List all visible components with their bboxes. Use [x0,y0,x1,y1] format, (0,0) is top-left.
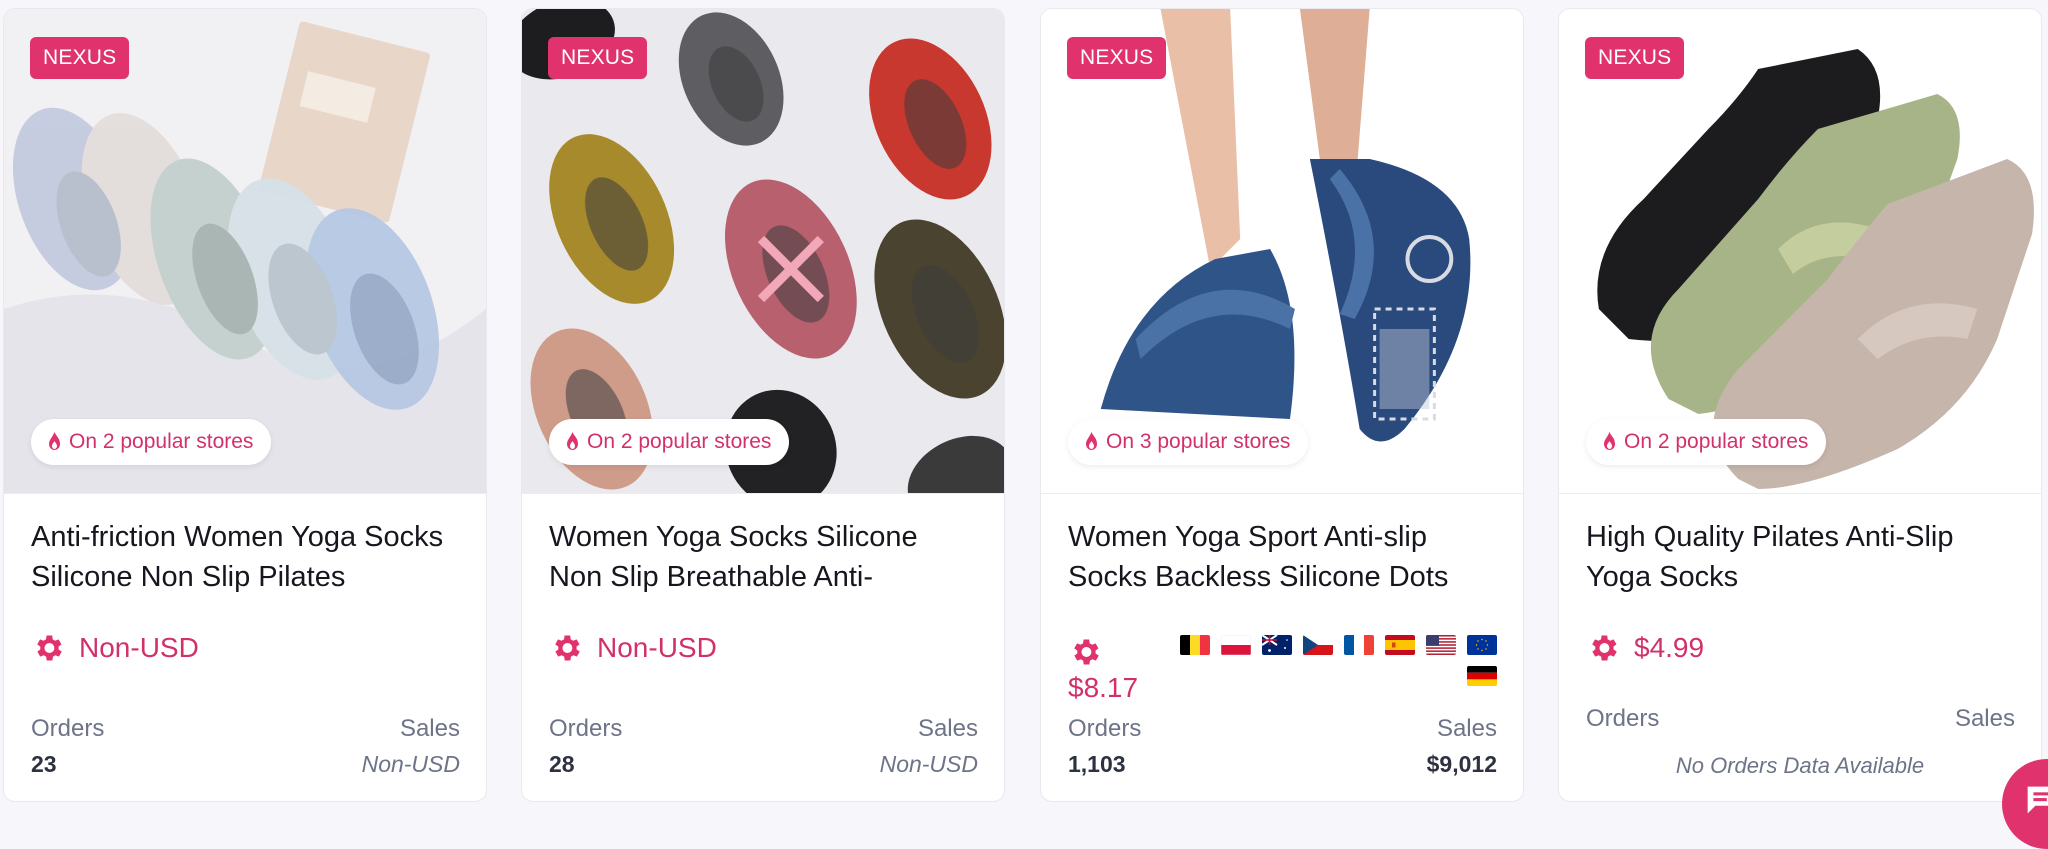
sales-label: Sales [1954,705,2015,732]
product-card[interactable]: NEXUS On 2 popular stores High Quality P… [1558,8,2042,802]
gear-icon [1592,635,1617,661]
gear-icon [1074,639,1099,665]
image-divider [1559,493,2041,494]
price-row: Non-USD [31,631,199,665]
product-price: Non-USD [79,632,199,663]
orders-label: Orders [549,715,623,742]
product-price: $4.99 [1634,632,1705,663]
australia-flag-icon [1262,635,1292,655]
popular-stores-pill[interactable]: On 2 popular stores [549,419,790,465]
store-badge[interactable]: NEXUS [30,37,130,79]
popular-stores-text: On 2 popular stores [69,430,254,453]
sales-label: Sales [1436,715,1497,742]
sales-value: $9,012 [1426,751,1497,777]
orders-label: Orders [31,715,105,742]
spain-flag-icon [1385,635,1415,655]
product-card[interactable]: NEXUS On 2 popular stores Women Yoga Soc… [521,8,1005,802]
orders-label: Orders [1068,715,1142,742]
product-title[interactable]: Women Yoga Socks Silicone Non Slip Breat… [549,517,969,597]
european-union-flag-icon [1467,635,1497,655]
popular-stores-text: On 2 popular stores [1624,430,1809,453]
popular-stores-pill[interactable]: On 2 popular stores [31,419,272,465]
united-states-flag-icon [1426,635,1456,655]
orders-value: 1,103 [1068,751,1126,777]
price-row: Non-USD [549,631,717,665]
price-block: $8.17 [1068,635,1138,705]
image-divider [522,493,1004,494]
flame-icon [49,432,60,450]
gear-icon [37,635,62,661]
country-flags [1177,635,1497,686]
popular-stores-text: On 2 popular stores [587,430,772,453]
store-badge[interactable]: NEXUS [548,37,648,79]
product-title[interactable]: Women Yoga Sport Anti-slip Socks Backles… [1068,517,1488,597]
france-flag-icon [1344,635,1374,655]
store-badge[interactable]: NEXUS [1067,37,1167,79]
store-badge[interactable]: NEXUS [1585,37,1685,79]
product-price: Non-USD [597,632,717,663]
popular-stores-text: On 3 popular stores [1106,430,1291,453]
image-divider [4,493,486,494]
sales-label: Sales [399,715,460,742]
flame-icon [567,432,578,450]
belgium-flag-icon [1180,635,1210,655]
product-title[interactable]: High Quality Pilates Anti-Slip Yoga Sock… [1586,517,2006,597]
sales-label: Sales [917,715,978,742]
product-card[interactable]: NEXUS On 3 popular stores Women Yoga Spo… [1040,8,1524,802]
orders-value: 28 [549,751,575,777]
orders-label: Orders [1586,705,1660,732]
product-grid: NEXUS On 2 popular stores Anti-friction … [0,0,2048,823]
flame-icon [1604,432,1615,450]
sales-value: Non-USD [361,751,460,777]
popular-stores-pill[interactable]: On 3 popular stores [1068,419,1309,465]
czech-republic-flag-icon [1303,635,1333,655]
no-orders-message: No Orders Data Available [1675,753,1925,778]
poland-flag-icon [1221,635,1251,655]
sales-value: Non-USD [879,751,978,777]
price-row: $4.99 [1586,631,1704,665]
product-title[interactable]: Anti-friction Women Yoga Socks Silicone … [31,517,451,597]
popular-stores-pill[interactable]: On 2 popular stores [1586,419,1827,465]
chat-icon [2027,786,2048,814]
product-card[interactable]: NEXUS On 2 popular stores Anti-friction … [3,8,487,802]
product-price: $8.17 [1068,672,1139,703]
germany-flag-icon [1467,666,1497,686]
image-divider [1041,493,1523,494]
gear-icon [555,635,580,661]
orders-value: 23 [31,751,57,777]
flame-icon [1086,432,1097,450]
